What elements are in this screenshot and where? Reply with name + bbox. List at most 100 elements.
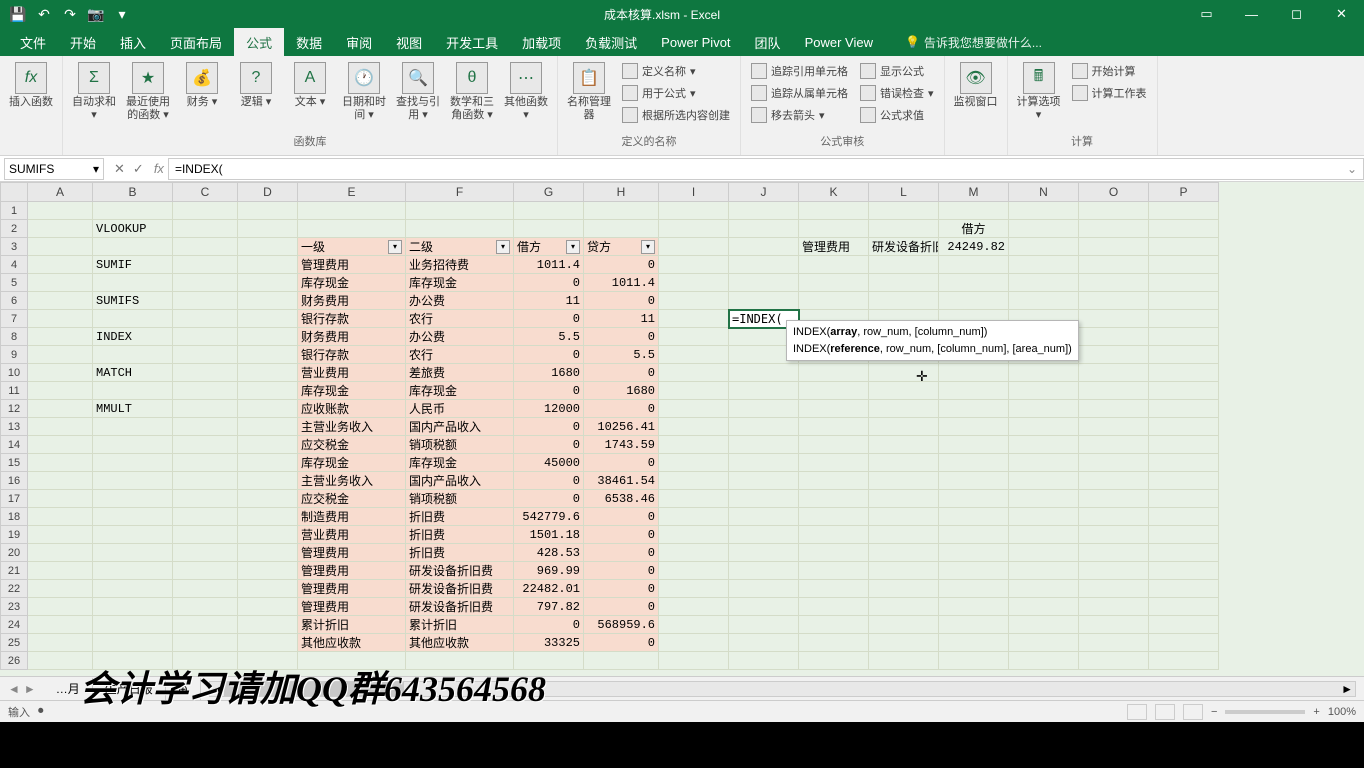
cell-P14[interactable]	[1149, 436, 1219, 454]
cell-J4[interactable]	[729, 256, 799, 274]
cell-B25[interactable]	[93, 634, 173, 652]
filter-button[interactable]: ▾	[641, 240, 655, 254]
cell-J23[interactable]	[729, 598, 799, 616]
namebox-dropdown-icon[interactable]: ▾	[93, 162, 99, 176]
cell-P4[interactable]	[1149, 256, 1219, 274]
cell-K11[interactable]	[799, 382, 869, 400]
cell-B23[interactable]	[93, 598, 173, 616]
cell-J2[interactable]	[729, 220, 799, 238]
cell-F21[interactable]: 研发设备折旧费	[406, 562, 514, 580]
col-header-A[interactable]: A	[28, 182, 93, 202]
row-header[interactable]: 26	[0, 652, 28, 670]
cell-I7[interactable]	[659, 310, 729, 328]
cell-F23[interactable]: 研发设备折旧费	[406, 598, 514, 616]
formula-bar[interactable]: =INDEX( ⌄	[168, 158, 1364, 180]
tab-data[interactable]: 数据	[284, 28, 334, 56]
cell-E13[interactable]: 主营业务收入	[298, 418, 406, 436]
cell-L6[interactable]	[869, 292, 939, 310]
cell-N13[interactable]	[1009, 418, 1079, 436]
cell-P18[interactable]	[1149, 508, 1219, 526]
cell-C24[interactable]	[173, 616, 238, 634]
cell-H6[interactable]: 0	[584, 292, 659, 310]
cell-C5[interactable]	[173, 274, 238, 292]
cell-D4[interactable]	[238, 256, 298, 274]
cell-I13[interactable]	[659, 418, 729, 436]
cell-H23[interactable]: 0	[584, 598, 659, 616]
cell-P9[interactable]	[1149, 346, 1219, 364]
lookup-button[interactable]: 🔍查找与引用 ▾	[393, 60, 443, 124]
cell-D18[interactable]	[238, 508, 298, 526]
cell-C6[interactable]	[173, 292, 238, 310]
row-header[interactable]: 20	[0, 544, 28, 562]
cell-D25[interactable]	[238, 634, 298, 652]
undo-icon[interactable]: ↶	[36, 6, 52, 22]
cell-I4[interactable]	[659, 256, 729, 274]
ribbon-options-icon[interactable]: ▭	[1184, 0, 1229, 28]
cell-B18[interactable]	[93, 508, 173, 526]
cell-B20[interactable]	[93, 544, 173, 562]
col-header-C[interactable]: C	[173, 182, 238, 202]
row-header[interactable]: 21	[0, 562, 28, 580]
cell-O5[interactable]	[1079, 274, 1149, 292]
cell-A25[interactable]	[28, 634, 93, 652]
cell-C20[interactable]	[173, 544, 238, 562]
cell-G4[interactable]: 1011.4	[514, 256, 584, 274]
cell-F1[interactable]	[406, 202, 514, 220]
cell-F2[interactable]	[406, 220, 514, 238]
cell-M10[interactable]	[939, 364, 1009, 382]
cell-K5[interactable]	[799, 274, 869, 292]
cell-A14[interactable]	[28, 436, 93, 454]
cell-L15[interactable]	[869, 454, 939, 472]
col-header-N[interactable]: N	[1009, 182, 1079, 202]
cell-A4[interactable]	[28, 256, 93, 274]
cell-P7[interactable]	[1149, 310, 1219, 328]
cell-C14[interactable]	[173, 436, 238, 454]
cell-N14[interactable]	[1009, 436, 1079, 454]
cell-L23[interactable]	[869, 598, 939, 616]
math-trig-button[interactable]: θ数学和三角函数 ▾	[447, 60, 497, 124]
autosum-button[interactable]: Σ自动求和 ▾	[69, 60, 119, 124]
sheet-nav-prev-icon[interactable]: ◄	[8, 682, 20, 696]
cell-J25[interactable]	[729, 634, 799, 652]
error-check-button[interactable]: 错误检查 ▾	[856, 82, 938, 104]
cell-M26[interactable]	[939, 652, 1009, 670]
cell-P23[interactable]	[1149, 598, 1219, 616]
cell-M24[interactable]	[939, 616, 1009, 634]
cell-B7[interactable]	[93, 310, 173, 328]
cell-J15[interactable]	[729, 454, 799, 472]
cell-D22[interactable]	[238, 580, 298, 598]
cell-E16[interactable]: 主营业务收入	[298, 472, 406, 490]
trace-dependents-button[interactable]: 追踪从属单元格	[747, 82, 852, 104]
cell-K21[interactable]	[799, 562, 869, 580]
cell-C9[interactable]	[173, 346, 238, 364]
cell-E10[interactable]: 营业费用	[298, 364, 406, 382]
cell-A7[interactable]	[28, 310, 93, 328]
row-header[interactable]: 1	[0, 202, 28, 220]
filter-button[interactable]: ▾	[388, 240, 402, 254]
insert-function-button[interactable]: fx插入函数	[6, 60, 56, 111]
cell-A12[interactable]	[28, 400, 93, 418]
cell-E5[interactable]: 库存现金	[298, 274, 406, 292]
cell-D2[interactable]	[238, 220, 298, 238]
cell-K1[interactable]	[799, 202, 869, 220]
datetime-button[interactable]: 🕐日期和时间 ▾	[339, 60, 389, 124]
cell-G22[interactable]: 22482.01	[514, 580, 584, 598]
cell-K17[interactable]	[799, 490, 869, 508]
cell-I5[interactable]	[659, 274, 729, 292]
cell-F12[interactable]: 人民币	[406, 400, 514, 418]
row-header[interactable]: 13	[0, 418, 28, 436]
tab-developer[interactable]: 开发工具	[434, 28, 510, 56]
cell-K18[interactable]	[799, 508, 869, 526]
tab-home[interactable]: 开始	[58, 28, 108, 56]
cell-L4[interactable]	[869, 256, 939, 274]
cell-D20[interactable]	[238, 544, 298, 562]
cell-A17[interactable]	[28, 490, 93, 508]
cell-F19[interactable]: 折旧费	[406, 526, 514, 544]
cell-D23[interactable]	[238, 598, 298, 616]
row-header[interactable]: 25	[0, 634, 28, 652]
cell-O10[interactable]	[1079, 364, 1149, 382]
cell-B13[interactable]	[93, 418, 173, 436]
calc-sheet-button[interactable]: 计算工作表	[1068, 82, 1151, 104]
cell-O4[interactable]	[1079, 256, 1149, 274]
cell-G11[interactable]: 0	[514, 382, 584, 400]
